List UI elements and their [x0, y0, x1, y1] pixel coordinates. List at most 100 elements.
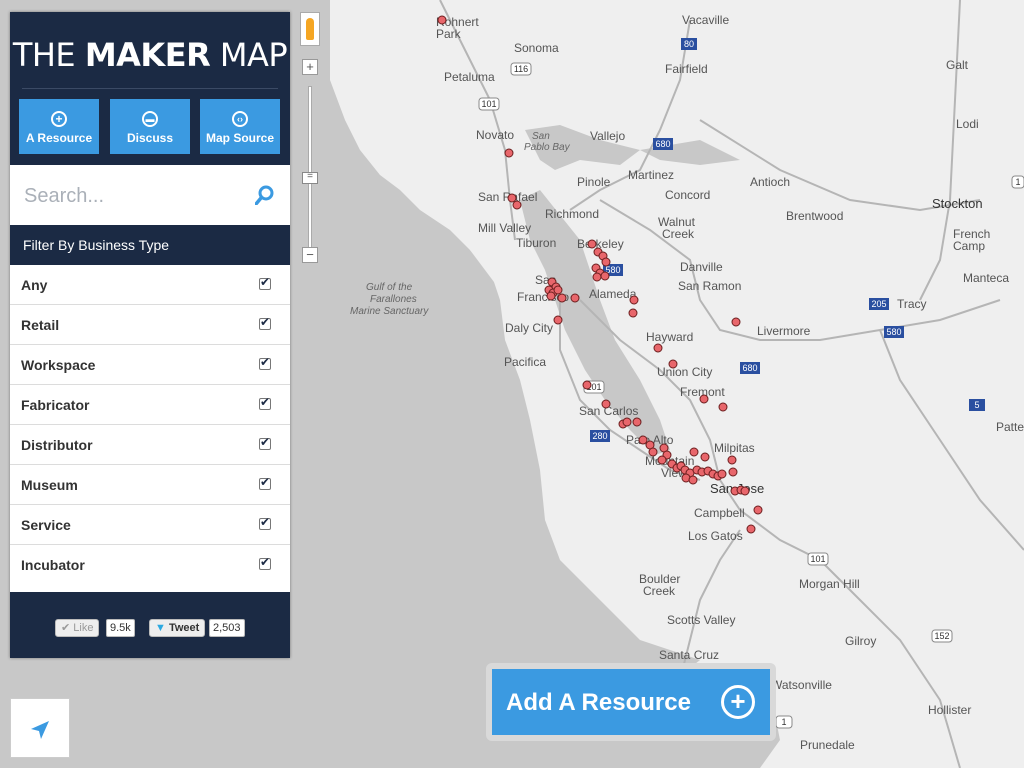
resource-marker[interactable] — [600, 271, 610, 281]
zoom-out-button[interactable]: − — [302, 247, 318, 263]
tweet-label: Tweet — [168, 622, 200, 634]
filter-row-museum[interactable]: Museum — [10, 465, 290, 505]
filter-checkbox[interactable] — [259, 395, 271, 410]
svg-text:Gulf of the: Gulf of the — [366, 282, 413, 293]
svg-text:Pinole: Pinole — [577, 175, 611, 189]
filter-row-retail[interactable]: Retail — [10, 305, 290, 345]
filter-checkbox[interactable] — [259, 355, 271, 370]
resource-marker[interactable] — [728, 467, 738, 477]
svg-text:280: 280 — [592, 431, 607, 441]
svg-text:Concord: Concord — [665, 188, 710, 202]
button-label: Map Source — [205, 131, 274, 145]
filter-checkbox[interactable] — [259, 315, 271, 330]
resource-marker[interactable] — [699, 394, 709, 404]
svg-text:Antioch: Antioch — [750, 175, 790, 189]
resource-marker[interactable] — [437, 15, 447, 25]
svg-text:Gilroy: Gilroy — [845, 634, 876, 648]
filter-checkbox[interactable] — [259, 275, 271, 290]
svg-text:Union City: Union City — [657, 365, 712, 379]
zoom-in-button[interactable]: + — [302, 59, 318, 75]
resource-marker[interactable] — [727, 455, 737, 465]
resource-marker[interactable] — [632, 417, 642, 427]
button-label: Discuss — [126, 131, 174, 145]
like-count: 9.5k — [106, 619, 135, 637]
filter-row-distributor[interactable]: Distributor — [10, 425, 290, 465]
resource-marker[interactable] — [753, 505, 763, 515]
svg-text:Stockton: Stockton — [932, 196, 983, 211]
resource-marker[interactable] — [731, 317, 741, 327]
filter-row-any[interactable]: Any — [10, 265, 290, 305]
filter-row-service[interactable]: Service — [10, 505, 290, 545]
resource-marker[interactable] — [653, 343, 663, 353]
search-input[interactable] — [22, 179, 246, 213]
resource-marker[interactable] — [553, 285, 563, 295]
zoom-control: + = − — [300, 12, 320, 272]
svg-text:Novato: Novato — [476, 128, 514, 142]
resource-marker[interactable] — [717, 469, 727, 479]
svg-text:205: 205 — [871, 299, 886, 309]
resource-marker[interactable] — [689, 447, 699, 457]
resource-marker[interactable] — [546, 291, 556, 301]
resource-marker[interactable] — [622, 417, 632, 427]
plus-circle-icon: + — [721, 685, 755, 719]
resource-marker[interactable] — [746, 524, 756, 534]
svg-text:Hayward: Hayward — [646, 330, 693, 344]
resource-marker[interactable] — [628, 308, 638, 318]
resource-marker[interactable] — [587, 239, 597, 249]
sidebar-footer: ✔ Like 9.5k ▼ Tweet 2,503 — [10, 592, 290, 658]
svg-text:Morgan Hill: Morgan Hill — [799, 577, 860, 591]
svg-text:Alameda: Alameda — [589, 287, 637, 301]
resource-marker[interactable] — [553, 315, 563, 325]
svg-text:1: 1 — [1015, 177, 1020, 187]
resource-marker[interactable] — [592, 272, 602, 282]
filter-row-incubator[interactable]: Incubator — [10, 545, 290, 585]
resource-marker[interactable] — [601, 399, 611, 409]
zoom-slider-thumb[interactable]: = — [302, 172, 318, 184]
discuss-button[interactable]: ▬ Discuss — [110, 99, 190, 154]
plus-circle-icon: + — [51, 111, 67, 127]
resource-marker[interactable] — [700, 452, 710, 462]
add-resource-label: Add A Resource — [506, 689, 691, 716]
svg-text:Pacifica: Pacifica — [504, 355, 546, 369]
svg-text:5: 5 — [974, 400, 979, 410]
resource-marker[interactable] — [582, 380, 592, 390]
street-view-pegman-icon[interactable] — [300, 12, 320, 46]
tweet-button[interactable]: ▼ Tweet — [149, 619, 206, 637]
resource-marker[interactable] — [512, 200, 522, 210]
resource-marker[interactable] — [688, 475, 698, 485]
resource-marker[interactable] — [507, 193, 517, 203]
resource-marker[interactable] — [557, 293, 567, 303]
resource-marker[interactable] — [629, 295, 639, 305]
add-resource-header-button[interactable]: + A Resource — [19, 99, 99, 154]
locate-me-button[interactable] — [10, 698, 70, 758]
filter-checkbox[interactable] — [259, 555, 271, 570]
add-resource-button[interactable]: Add A Resource + — [492, 669, 770, 735]
resource-marker[interactable] — [638, 435, 648, 445]
filter-title: Filter By Business Type — [10, 225, 290, 265]
resource-marker[interactable] — [601, 257, 611, 267]
filter-row-fabricator[interactable]: Fabricator — [10, 385, 290, 425]
filter-checkbox[interactable] — [259, 435, 271, 450]
resource-marker[interactable] — [740, 486, 750, 496]
map-source-button[interactable]: ‹› Map Source — [200, 99, 280, 154]
filter-checkbox[interactable] — [259, 515, 271, 530]
filter-row-workspace[interactable]: Workspace — [10, 345, 290, 385]
svg-text:101: 101 — [810, 554, 825, 564]
resource-marker[interactable] — [570, 293, 580, 303]
svg-text:101: 101 — [481, 99, 496, 109]
search-icon[interactable] — [255, 185, 275, 205]
filter-label: Service — [21, 517, 71, 533]
twitter-bird-icon: ▼ — [155, 622, 166, 634]
svg-text:Watsonville: Watsonville — [771, 678, 832, 692]
svg-text:Patter: Patter — [996, 420, 1024, 434]
filter-checkbox[interactable] — [259, 475, 271, 490]
resource-marker[interactable] — [504, 148, 514, 158]
svg-text:Marine Sanctuary: Marine Sanctuary — [350, 306, 429, 317]
resource-marker[interactable] — [648, 447, 658, 457]
facebook-like-button[interactable]: ✔ Like — [55, 619, 100, 637]
resource-marker[interactable] — [668, 359, 678, 369]
svg-text:San: San — [532, 131, 550, 142]
svg-text:Daly City: Daly City — [505, 321, 553, 335]
resource-marker[interactable] — [718, 402, 728, 412]
resource-marker[interactable] — [657, 455, 667, 465]
